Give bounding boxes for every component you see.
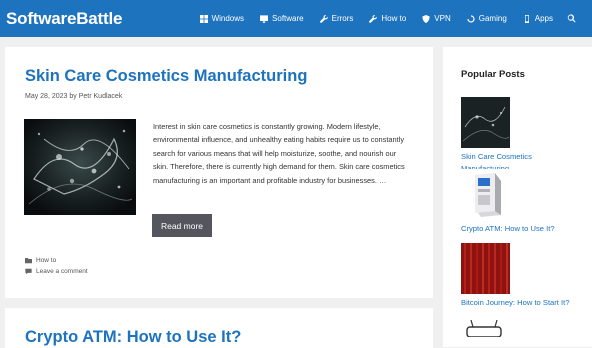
site-logo[interactable]: SoftwareBattle <box>6 9 122 29</box>
water-splash-image <box>461 97 510 148</box>
nav-item-how-to[interactable]: How to <box>361 0 414 37</box>
comment-link[interactable]: Leave a comment <box>36 268 88 275</box>
water-splash-image <box>24 119 136 215</box>
popular-post-item: Skin Care Cosmetics Manufacturing <box>461 97 581 175</box>
nav-item-label: Apps <box>534 14 553 23</box>
nav-item-label: VPN <box>434 14 451 23</box>
spinner-icon <box>467 14 475 23</box>
post-title[interactable]: Crypto ATM: How to Use It? <box>25 328 241 347</box>
nav-item-gaming[interactable]: Gaming <box>459 0 515 37</box>
popular-post-item <box>461 319 581 337</box>
nav-item-vpn[interactable]: VPN <box>414 0 458 37</box>
widget-title: Popular Posts <box>461 69 525 80</box>
category-link[interactable]: How to <box>36 257 56 264</box>
comment-icon <box>25 268 32 275</box>
nav-item-windows[interactable]: Windows <box>192 0 252 37</box>
nav-item-software[interactable]: Software <box>252 0 312 37</box>
popular-post-link[interactable]: Crypto ATM: How to Use It? <box>461 223 581 235</box>
post-excerpt: Interest in skin care cosmetics is const… <box>153 122 405 185</box>
main-nav: Windows Software Errors How to VPN Gamin… <box>192 0 586 37</box>
router-image <box>461 319 510 337</box>
nav-item-label: Windows <box>211 14 245 23</box>
popular-post-thumbnail[interactable] <box>461 319 510 337</box>
popular-post-item: Bitcoin Journey: How to Start It? <box>461 243 581 309</box>
nav-item-label: Errors <box>331 14 354 23</box>
popular-post-thumbnail[interactable] <box>461 243 510 294</box>
folder-icon <box>25 258 32 264</box>
site-header: SoftwareBattle Windows Software Errors H… <box>0 0 592 37</box>
nav-item-label: Software <box>272 14 304 23</box>
windows-icon <box>199 14 208 23</box>
read-more-button[interactable]: Read more <box>152 214 212 237</box>
post-by: by <box>69 93 77 100</box>
post-meta: May 28, 2023 by Petr Kudlacek <box>25 93 122 100</box>
post-author[interactable]: Petr Kudlacek <box>79 93 123 100</box>
atm-image <box>461 169 510 220</box>
monitor-icon <box>260 14 269 23</box>
popular-post-item: Crypto ATM: How to Use It? <box>461 169 581 235</box>
nav-item-errors[interactable]: Errors <box>312 0 362 37</box>
search-button[interactable] <box>561 0 586 37</box>
post-card: Crypto ATM: How to Use It? <box>5 308 433 348</box>
nav-item-label: Gaming <box>478 14 507 23</box>
nav-item-label: How to <box>381 14 407 23</box>
phone-icon <box>524 14 529 23</box>
nav-item-apps[interactable]: Apps <box>515 0 561 37</box>
popular-post-link[interactable]: Bitcoin Journey: How to Start It? <box>461 297 581 309</box>
bitcoin-image <box>461 243 510 294</box>
post-title[interactable]: Skin Care Cosmetics Manufacturing <box>25 67 307 86</box>
shield-icon <box>422 14 430 23</box>
popular-post-thumbnail[interactable] <box>461 97 510 148</box>
post-thumbnail[interactable] <box>24 119 136 215</box>
post-date[interactable]: May 28, 2023 <box>25 93 67 100</box>
sidebar: Popular Posts Skin Care Cosmetics Manufa… <box>443 47 592 347</box>
wrench-icon <box>319 14 328 23</box>
post-category: How to <box>25 257 56 264</box>
wrench-icon <box>369 14 378 23</box>
post-card: Skin Care Cosmetics Manufacturing May 28… <box>5 47 433 298</box>
post-comments: Leave a comment <box>25 268 88 275</box>
popular-post-thumbnail[interactable] <box>461 169 510 220</box>
search-icon <box>567 14 576 23</box>
